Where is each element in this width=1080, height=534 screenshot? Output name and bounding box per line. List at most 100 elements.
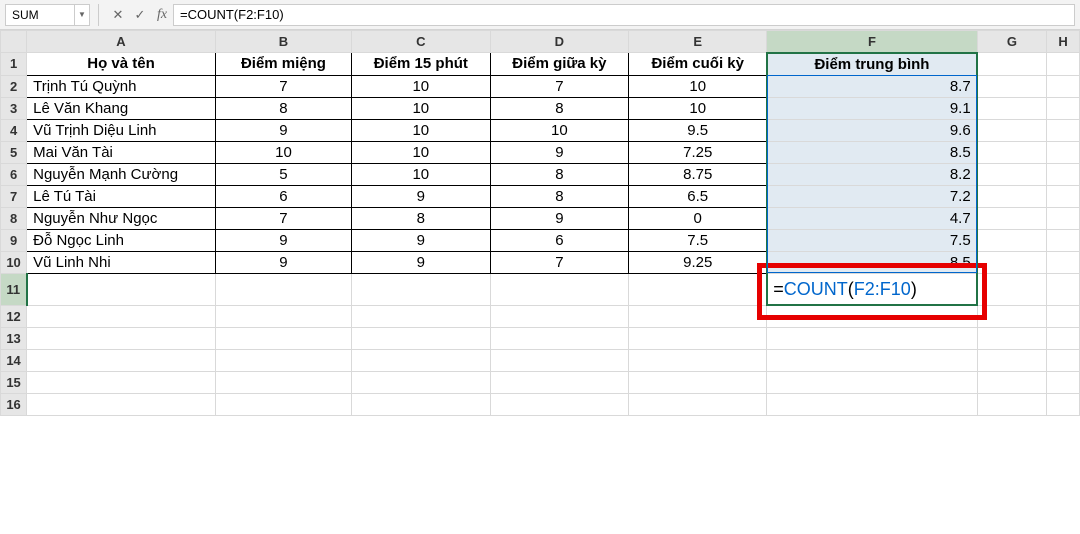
cell-H5[interactable]: [1047, 141, 1080, 163]
row-header-4[interactable]: 4: [1, 119, 27, 141]
cell-H12[interactable]: [1047, 305, 1080, 327]
cell-D12[interactable]: [490, 305, 629, 327]
cell-A9[interactable]: Đỗ Ngọc Linh: [27, 229, 216, 251]
cell-E7[interactable]: 6.5: [629, 185, 767, 207]
cell-E1[interactable]: Điểm cuối kỳ: [629, 53, 767, 76]
cell-E10[interactable]: 9.25: [629, 251, 767, 273]
cell-H7[interactable]: [1047, 185, 1080, 207]
cell-D13[interactable]: [490, 327, 629, 349]
cell-F10[interactable]: 8.5: [767, 251, 977, 273]
cell-E14[interactable]: [629, 349, 767, 371]
cell-D15[interactable]: [490, 371, 629, 393]
col-header-E[interactable]: E: [629, 31, 767, 53]
cell-B4[interactable]: 9: [215, 119, 351, 141]
cell-E5[interactable]: 7.25: [629, 141, 767, 163]
enter-button[interactable]: ✓: [129, 4, 151, 26]
cell-E15[interactable]: [629, 371, 767, 393]
col-header-B[interactable]: B: [215, 31, 351, 53]
cell-C7[interactable]: 9: [352, 185, 491, 207]
cell-B7[interactable]: 6: [215, 185, 351, 207]
cell-H4[interactable]: [1047, 119, 1080, 141]
cell-A15[interactable]: [27, 371, 216, 393]
cell-E9[interactable]: 7.5: [629, 229, 767, 251]
cancel-button[interactable]: ✕: [107, 4, 129, 26]
cell-D14[interactable]: [490, 349, 629, 371]
cell-D9[interactable]: 6: [490, 229, 629, 251]
cell-D10[interactable]: 7: [490, 251, 629, 273]
cell-G7[interactable]: [977, 185, 1046, 207]
cell-C9[interactable]: 9: [352, 229, 491, 251]
cell-B9[interactable]: 9: [215, 229, 351, 251]
cell-H1[interactable]: [1047, 53, 1080, 76]
cell-G3[interactable]: [977, 97, 1046, 119]
row-header-15[interactable]: 15: [1, 371, 27, 393]
cell-F9[interactable]: 7.5: [767, 229, 977, 251]
cell-F2[interactable]: 8.7: [767, 75, 977, 97]
cell-A4[interactable]: Vũ Trịnh Diệu Linh: [27, 119, 216, 141]
cell-A7[interactable]: Lê Tú Tài: [27, 185, 216, 207]
cell-E13[interactable]: [629, 327, 767, 349]
col-header-H[interactable]: H: [1047, 31, 1080, 53]
row-header-13[interactable]: 13: [1, 327, 27, 349]
cell-H6[interactable]: [1047, 163, 1080, 185]
cell-C15[interactable]: [352, 371, 491, 393]
cell-F12[interactable]: [767, 305, 977, 327]
cell-A6[interactable]: Nguyễn Mạnh Cường: [27, 163, 216, 185]
row-header-10[interactable]: 10: [1, 251, 27, 273]
col-header-C[interactable]: C: [352, 31, 491, 53]
fx-button[interactable]: fx: [151, 4, 173, 26]
cell-G5[interactable]: [977, 141, 1046, 163]
cell-F14[interactable]: [767, 349, 977, 371]
cell-H2[interactable]: [1047, 75, 1080, 97]
cell-A1[interactable]: Họ và tên: [27, 53, 216, 76]
cell-E16[interactable]: [629, 393, 767, 415]
row-header-12[interactable]: 12: [1, 305, 27, 327]
cell-H16[interactable]: [1047, 393, 1080, 415]
col-header-G[interactable]: G: [977, 31, 1046, 53]
cell-A11[interactable]: [27, 273, 216, 305]
cell-B13[interactable]: [215, 327, 351, 349]
name-box[interactable]: SUM: [5, 4, 75, 26]
cell-F13[interactable]: [767, 327, 977, 349]
cell-C4[interactable]: 10: [352, 119, 491, 141]
cell-B15[interactable]: [215, 371, 351, 393]
cell-A12[interactable]: [27, 305, 216, 327]
cell-G12[interactable]: [977, 305, 1046, 327]
cell-B10[interactable]: 9: [215, 251, 351, 273]
cell-D2[interactable]: 7: [490, 75, 629, 97]
cell-D5[interactable]: 9: [490, 141, 629, 163]
cell-H3[interactable]: [1047, 97, 1080, 119]
name-box-dropdown[interactable]: ▼: [75, 4, 90, 26]
cell-B6[interactable]: 5: [215, 163, 351, 185]
cell-G2[interactable]: [977, 75, 1046, 97]
cell-B16[interactable]: [215, 393, 351, 415]
cell-F16[interactable]: [767, 393, 977, 415]
cell-H15[interactable]: [1047, 371, 1080, 393]
cell-E6[interactable]: 8.75: [629, 163, 767, 185]
cell-A16[interactable]: [27, 393, 216, 415]
formula-input[interactable]: =COUNT(F2:F10): [173, 4, 1075, 26]
col-header-F[interactable]: F: [767, 31, 977, 53]
cell-F7[interactable]: 7.2: [767, 185, 977, 207]
cell-G15[interactable]: [977, 371, 1046, 393]
cell-F8[interactable]: 4.7: [767, 207, 977, 229]
cell-H11[interactable]: [1047, 273, 1080, 305]
cell-G14[interactable]: [977, 349, 1046, 371]
cell-E2[interactable]: 10: [629, 75, 767, 97]
cell-B14[interactable]: [215, 349, 351, 371]
cell-B5[interactable]: 10: [215, 141, 351, 163]
cell-G8[interactable]: [977, 207, 1046, 229]
cell-H14[interactable]: [1047, 349, 1080, 371]
cell-G9[interactable]: [977, 229, 1046, 251]
cell-D4[interactable]: 10: [490, 119, 629, 141]
cell-A2[interactable]: Trịnh Tú Quỳnh: [27, 75, 216, 97]
cell-C3[interactable]: 10: [352, 97, 491, 119]
col-header-D[interactable]: D: [490, 31, 629, 53]
cell-B12[interactable]: [215, 305, 351, 327]
cell-D8[interactable]: 9: [490, 207, 629, 229]
cell-B8[interactable]: 7: [215, 207, 351, 229]
cell-H13[interactable]: [1047, 327, 1080, 349]
cell-A8[interactable]: Nguyễn Như Ngọc: [27, 207, 216, 229]
cell-B3[interactable]: 8: [215, 97, 351, 119]
cell-G4[interactable]: [977, 119, 1046, 141]
